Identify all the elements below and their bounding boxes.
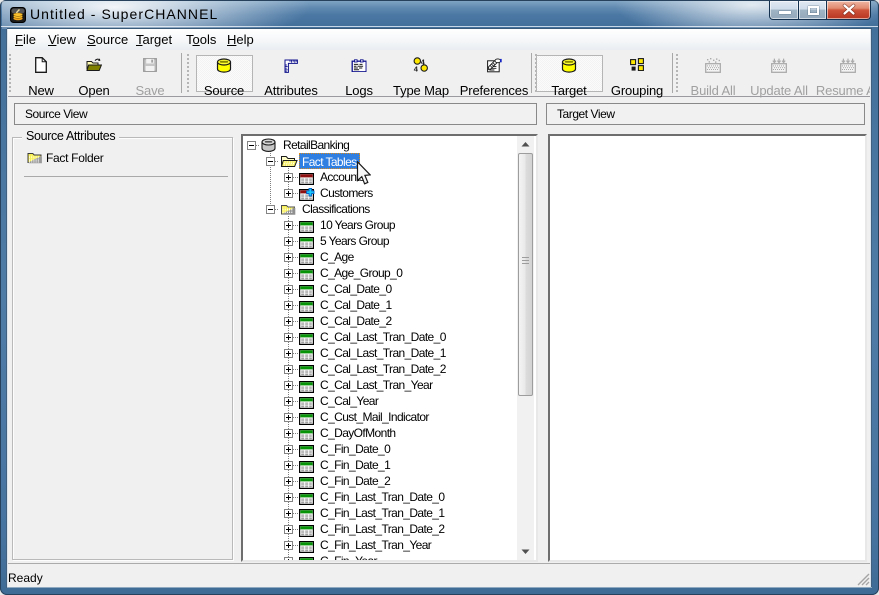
svg-text:4: 4 (414, 65, 419, 72)
